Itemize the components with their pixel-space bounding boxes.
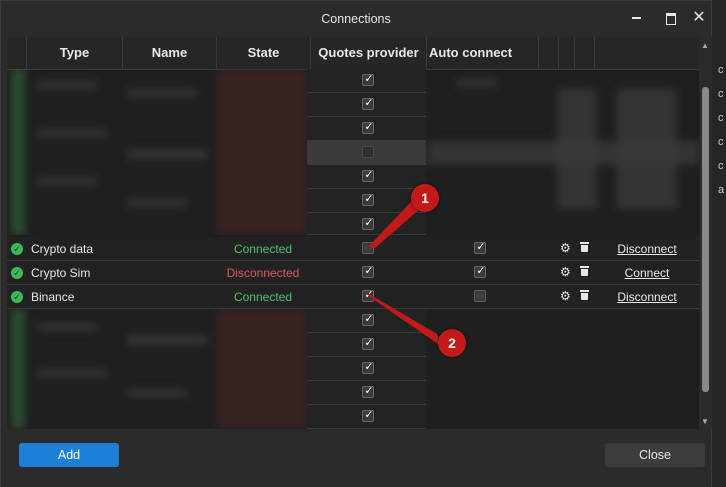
connection-name: Crypto data: [31, 242, 94, 256]
quotes-provider-checkbox[interactable]: [362, 336, 375, 350]
title-bar[interactable]: Connections ✕: [1, 1, 711, 37]
table-row: [307, 93, 426, 117]
quotes-column-blurred-top: [307, 69, 426, 235]
table-row: [307, 405, 426, 429]
column-header-name[interactable]: Name: [123, 37, 217, 69]
close-button[interactable]: Close: [605, 443, 705, 467]
column-header-state[interactable]: State: [217, 37, 311, 69]
quotes-provider-checkbox[interactable]: [362, 96, 375, 110]
dialog-footer: Add Close: [1, 429, 711, 487]
quotes-provider-checkbox[interactable]: [362, 264, 375, 278]
table-row: [307, 165, 426, 189]
connections-table: Type Name State Quotes provider Auto con…: [7, 37, 699, 429]
check-circle-icon: ✓: [11, 267, 23, 279]
header-spacer: [595, 37, 699, 69]
gear-icon[interactable]: ⚙: [560, 289, 571, 303]
connections-dialog: Connections ✕ Type Name State Quotes pro…: [0, 0, 712, 487]
table-row: [307, 309, 426, 333]
check-circle-icon: ✓: [11, 243, 23, 255]
annotation-callout-2: 2: [438, 329, 466, 357]
scroll-down-icon[interactable]: ▼: [701, 417, 709, 426]
quotes-provider-checkbox[interactable]: [362, 360, 375, 374]
close-icon[interactable]: ✕: [691, 10, 707, 26]
maximize-icon[interactable]: [663, 10, 679, 26]
quotes-provider-checkbox[interactable]: [362, 216, 375, 230]
table-row: [307, 69, 426, 93]
disconnect-link[interactable]: Disconnect: [597, 242, 697, 256]
table-row: [307, 141, 426, 165]
quotes-provider-checkbox[interactable]: [362, 120, 375, 134]
connection-state: Connected: [233, 242, 293, 256]
auto-connect-checkbox[interactable]: [474, 290, 486, 302]
trash-icon[interactable]: [580, 266, 589, 276]
connect-link[interactable]: Connect: [597, 266, 697, 280]
auto-connect-checkbox[interactable]: [474, 240, 487, 254]
quotes-provider-checkbox[interactable]: [362, 146, 374, 158]
column-header-type[interactable]: Type: [27, 37, 123, 69]
table-row: [307, 381, 426, 405]
background-letter: a: [718, 184, 725, 196]
disconnect-link[interactable]: Disconnect: [597, 290, 697, 304]
scroll-up-icon[interactable]: ▲: [701, 41, 709, 50]
table-row: [307, 357, 426, 381]
table-row: [307, 117, 426, 141]
connection-state: Disconnected: [226, 266, 300, 280]
connection-name: Binance: [31, 290, 75, 304]
quotes-provider-checkbox[interactable]: [362, 408, 375, 422]
header-spacer: [559, 37, 575, 69]
trash-icon[interactable]: [580, 242, 589, 252]
scrollbar-thumb[interactable]: [702, 87, 709, 392]
gear-icon[interactable]: ⚙: [560, 241, 571, 255]
column-header-auto-connect[interactable]: Auto connect: [427, 37, 539, 69]
quotes-column-blurred-bottom: [307, 309, 426, 429]
table-row: [307, 189, 426, 213]
background-letter: c: [718, 160, 724, 172]
header-spacer: [575, 37, 595, 69]
connection-state: Connected: [233, 290, 293, 304]
quotes-provider-checkbox[interactable]: [362, 312, 375, 326]
quotes-provider-checkbox[interactable]: [362, 192, 375, 206]
minimize-icon[interactable]: [629, 10, 645, 26]
vertical-scrollbar[interactable]: ▲ ▼: [699, 37, 712, 429]
column-header-quotes-provider[interactable]: Quotes provider: [311, 37, 427, 69]
window-title: Connections: [321, 12, 391, 26]
gear-icon[interactable]: ⚙: [560, 265, 571, 279]
check-circle-icon: ✓: [11, 291, 23, 303]
header-spacer: [7, 37, 27, 69]
background-window-edge: c c c c c a: [712, 0, 726, 487]
blurred-rows-top: [7, 69, 699, 235]
table-row: [307, 213, 426, 235]
background-letter: c: [718, 136, 724, 148]
trash-icon[interactable]: [580, 290, 589, 300]
quotes-provider-checkbox[interactable]: [362, 288, 375, 302]
header-spacer: [539, 37, 559, 69]
quotes-provider-checkbox[interactable]: [362, 72, 375, 86]
annotation-callout-1: 1: [411, 184, 439, 212]
background-letter: c: [718, 64, 724, 76]
quotes-provider-checkbox[interactable]: [362, 168, 375, 182]
background-letter: c: [718, 112, 724, 124]
table-row[interactable]: ✓ Binance Connected ⚙ Disconnect: [7, 285, 699, 309]
quotes-provider-checkbox[interactable]: [362, 384, 375, 398]
quotes-provider-checkbox[interactable]: [362, 242, 374, 254]
add-button[interactable]: Add: [19, 443, 119, 467]
connection-name: Crypto Sim: [31, 266, 91, 280]
table-row: [307, 333, 426, 357]
table-row[interactable]: ✓ Crypto Sim Disconnected ⚙ Connect: [7, 261, 699, 285]
table-header: Type Name State Quotes provider Auto con…: [7, 37, 699, 70]
table-row[interactable]: ✓ Crypto data Connected ⚙ Disconnect: [7, 237, 699, 261]
blurred-rows-bottom: [7, 309, 699, 429]
background-letter: c: [718, 88, 724, 100]
auto-connect-checkbox[interactable]: [474, 264, 487, 278]
